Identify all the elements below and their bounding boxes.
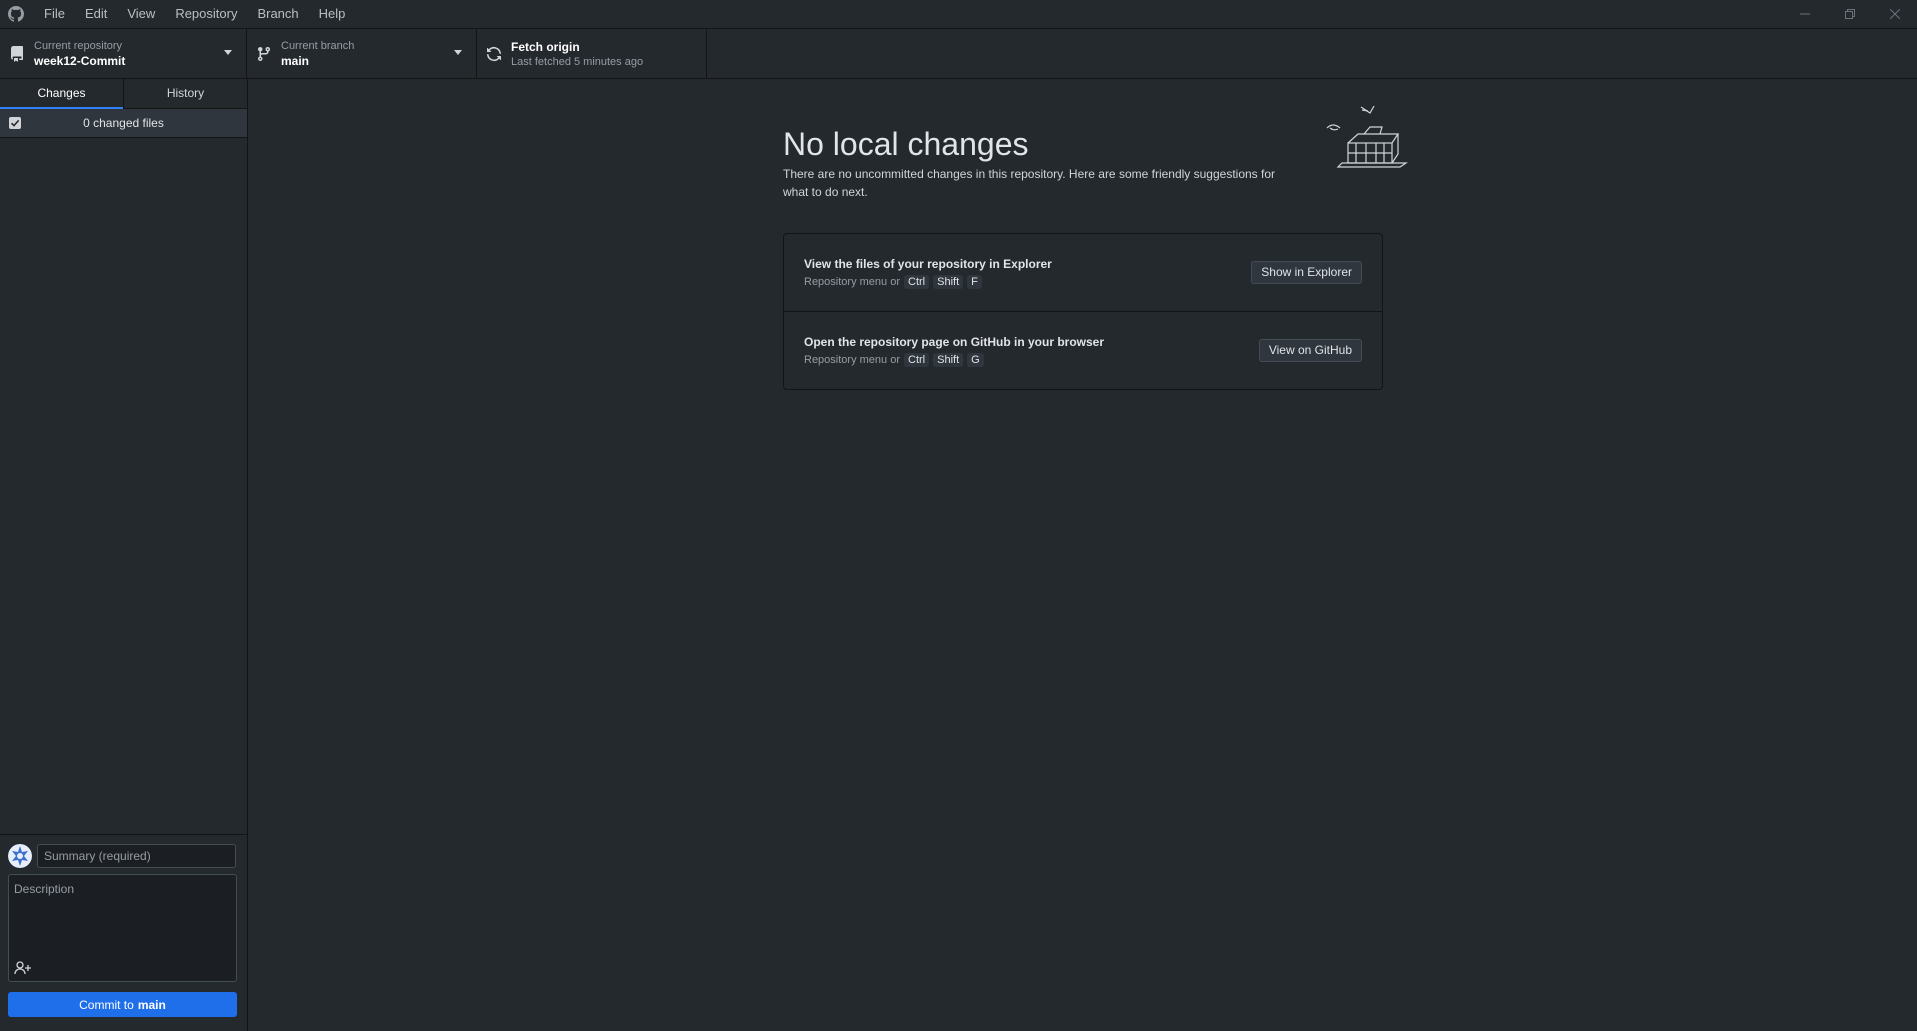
avatar-icon	[8, 844, 32, 868]
minimize-button[interactable]	[1782, 0, 1827, 28]
title-bar: File Edit View Repository Branch Help	[0, 0, 1917, 29]
suggestion-text: There are no uncommitted changes in this…	[783, 167, 1276, 199]
hint-text: Repository menu or	[804, 276, 900, 288]
kbd-shift: Shift	[933, 353, 964, 367]
repo-icon	[9, 45, 25, 62]
toolbar: Current repository week12-Commit Current…	[0, 29, 1917, 79]
list-item: Open the repository page on GitHub in yo…	[784, 311, 1382, 389]
empty-state-illustration	[1326, 105, 1408, 168]
action-hint: Repository menu or Ctrl Shift F	[804, 275, 982, 289]
action-title: View the files of your repository in Exp…	[804, 257, 1052, 271]
add-coauthor-icon[interactable]	[14, 960, 32, 976]
sidebar: Changes History 0 changed files Commit t…	[0, 79, 248, 1031]
description-box	[8, 874, 237, 982]
current-branch-dropdown[interactable]: Current branch main	[247, 29, 477, 78]
avatar	[8, 844, 32, 868]
action-title: Open the repository page on GitHub in yo…	[804, 335, 1105, 349]
menu-bar: File Edit View Repository Branch Help	[34, 0, 355, 28]
commit-form: Commit to main	[0, 834, 247, 1031]
menu-branch[interactable]: Branch	[247, 0, 308, 28]
repo-label: Current repository	[34, 39, 123, 52]
chevron-down-icon	[224, 50, 232, 55]
restore-icon	[1844, 9, 1855, 19]
restore-button[interactable]	[1827, 0, 1872, 28]
action-hint: Repository menu or Ctrl Shift G	[804, 353, 984, 367]
hint-text: Repository menu or	[804, 354, 900, 366]
close-button[interactable]	[1872, 0, 1917, 28]
kbd-ctrl: Ctrl	[904, 275, 930, 289]
changes-header: 0 changed files	[0, 109, 247, 138]
summary-input[interactable]	[37, 844, 236, 868]
fetch-origin-button[interactable]: Fetch origin Last fetched 5 minutes ago	[477, 29, 707, 78]
menu-help[interactable]: Help	[309, 0, 356, 28]
minimize-icon	[1799, 13, 1810, 15]
menu-view[interactable]: View	[117, 0, 165, 28]
description-input[interactable]	[9, 875, 236, 955]
commit-label: Commit to	[79, 997, 134, 1012]
show-in-explorer-button[interactable]: Show in Explorer	[1251, 261, 1362, 284]
chevron-down-icon	[454, 50, 462, 55]
changed-files-count: 0 changed files	[83, 116, 164, 130]
commit-button[interactable]: Commit to main	[8, 992, 237, 1017]
suggestion-list: View the files of your repository in Exp…	[783, 233, 1383, 390]
list-item: View the files of your repository in Exp…	[784, 234, 1382, 311]
sidebar-tabs: Changes History	[0, 79, 247, 109]
menu-edit[interactable]: Edit	[75, 0, 117, 28]
close-icon	[1889, 9, 1900, 19]
kbd-shift: Shift	[933, 275, 964, 289]
sync-icon	[486, 46, 502, 62]
fetch-title: Fetch origin	[511, 39, 580, 54]
menu-file[interactable]: File	[34, 0, 75, 28]
window-controls	[1782, 0, 1917, 28]
view-on-github-button[interactable]: View on GitHub	[1258, 339, 1362, 362]
branch-name: main	[281, 53, 310, 68]
last-fetched-text: Last fetched 5 minutes ago	[511, 55, 644, 68]
kbd-g: G	[967, 353, 984, 367]
kbd-ctrl: Ctrl	[904, 353, 930, 367]
current-repository-dropdown[interactable]: Current repository week12-Commit	[0, 29, 247, 78]
repo-name: week12-Commit	[34, 53, 126, 68]
page-title: No local changes	[783, 126, 1029, 162]
kbd-f: F	[967, 275, 982, 289]
no-changes-header: No local changes There are no uncommitte…	[783, 125, 1383, 201]
github-logo-icon[interactable]	[8, 6, 24, 22]
main-panel: No local changes There are no uncommitte…	[248, 79, 1917, 1031]
tab-history[interactable]: History	[123, 79, 247, 108]
commit-branch: main	[137, 997, 166, 1012]
branch-label: Current branch	[281, 39, 355, 52]
menu-repository[interactable]: Repository	[165, 0, 247, 28]
tab-changes[interactable]: Changes	[0, 79, 123, 109]
git-branch-icon	[256, 46, 272, 62]
